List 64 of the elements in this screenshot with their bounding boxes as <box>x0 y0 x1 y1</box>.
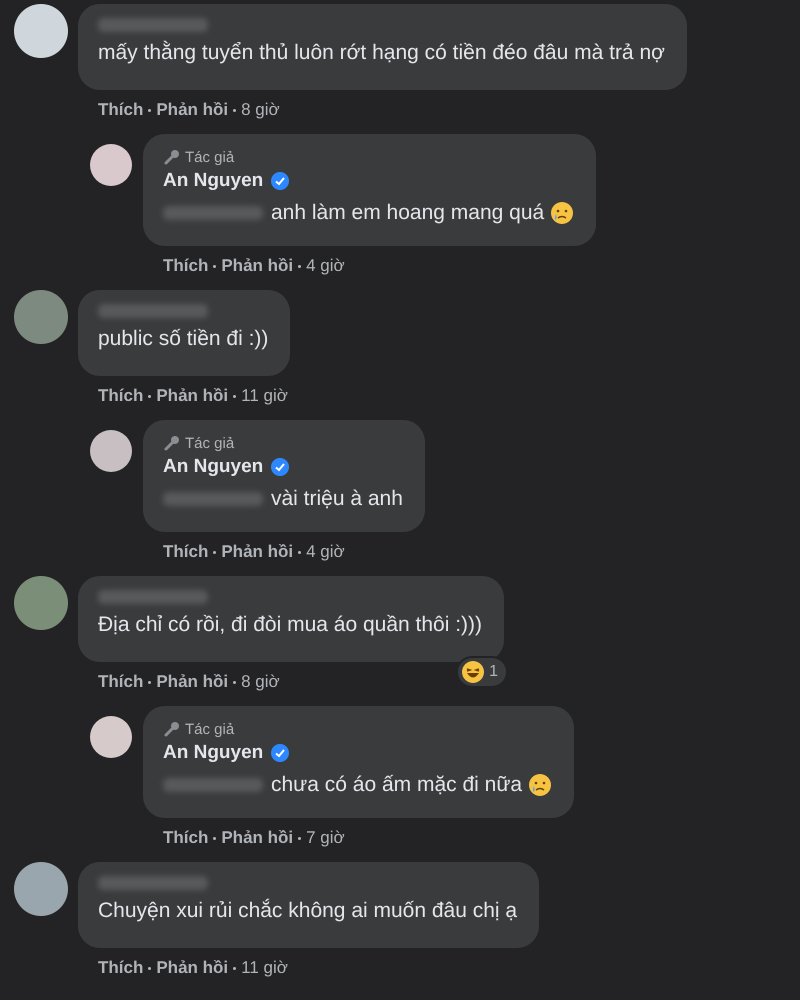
avatar[interactable] <box>90 716 132 758</box>
comment-text: chưa có áo ấm mặc đi nữa <box>271 768 552 802</box>
separator-dot <box>213 836 216 840</box>
microphone-icon <box>163 720 181 738</box>
comment-text: public số tiền đi :)) <box>98 326 268 352</box>
timestamp: 8 giờ <box>241 100 280 120</box>
separator-dot <box>233 394 236 398</box>
separator-dot <box>298 264 302 268</box>
laughing-face-icon <box>461 660 486 684</box>
avatar[interactable] <box>14 862 68 916</box>
comment-text: anh làm em hoang mang quá <box>271 196 574 230</box>
action-link[interactable]: Phản hồi <box>156 386 228 406</box>
author-name[interactable]: An Nguyen <box>163 742 264 764</box>
separator-dot <box>213 550 216 554</box>
author-label: Tác giả <box>185 720 234 738</box>
separator-dot <box>233 108 236 112</box>
verified-badge-icon <box>271 172 290 190</box>
author-label: Tác giả <box>185 148 234 166</box>
separator-dot <box>213 264 216 268</box>
action-link[interactable]: Phản hồi <box>221 542 294 562</box>
comment-text: Địa chỉ có rồi, đi đòi mua áo quần thôi :))) <box>98 612 482 638</box>
avatar[interactable] <box>90 430 132 472</box>
microphone-icon <box>163 148 181 166</box>
separator-dot <box>298 836 302 840</box>
separator-dot <box>233 966 236 970</box>
timestamp: 7 giờ <box>306 828 345 848</box>
timestamp: 11 giờ <box>241 958 288 978</box>
action-link[interactable]: Thích <box>163 828 208 848</box>
timestamp: 4 giờ <box>306 542 345 562</box>
action-link[interactable]: Thích <box>98 672 144 692</box>
separator-dot <box>148 966 152 970</box>
separator-dot <box>148 108 152 112</box>
avatar[interactable] <box>14 4 68 58</box>
action-link[interactable]: Phản hồi <box>221 828 294 848</box>
author-label: Tác giả <box>185 434 234 452</box>
action-link[interactable]: Thích <box>163 256 208 276</box>
author-name[interactable]: An Nguyen <box>163 170 264 192</box>
reaction-badge[interactable]: 1 <box>458 658 506 686</box>
avatar[interactable] <box>14 290 68 344</box>
timestamp: 4 giờ <box>306 256 345 276</box>
action-link[interactable]: Thích <box>98 100 144 120</box>
action-link[interactable]: Thích <box>163 542 208 562</box>
action-link[interactable]: Phản hồi <box>221 256 294 276</box>
comment-text: Chuyện xui rủi chắc không ai muốn đâu chị ạ <box>98 898 518 924</box>
timestamp: 11 giờ <box>241 386 288 406</box>
separator-dot <box>233 680 236 684</box>
reaction-count: 1 <box>489 663 498 681</box>
separator-dot <box>298 550 302 554</box>
action-link[interactable]: Thích <box>98 386 144 406</box>
comment-text: mấy thằng tuyển thủ luôn rớt hạng có tiền đéo đâu mà trả nợ <box>98 40 665 66</box>
separator-dot <box>148 680 152 684</box>
timestamp: 8 giờ <box>241 672 280 692</box>
action-link[interactable]: Phản hồi <box>156 100 228 120</box>
verified-badge-icon <box>271 744 290 762</box>
avatar[interactable] <box>14 576 68 630</box>
separator-dot <box>148 394 152 398</box>
action-link[interactable]: Phản hồi <box>156 672 228 692</box>
microphone-icon <box>163 434 181 452</box>
author-name[interactable]: An Nguyen <box>163 456 264 478</box>
avatar[interactable] <box>90 144 132 186</box>
action-link[interactable]: Thích <box>98 958 144 978</box>
comment-text: vài triệu à anh <box>271 486 403 512</box>
verified-badge-icon <box>271 458 290 476</box>
action-link[interactable]: Phản hồi <box>156 958 228 978</box>
